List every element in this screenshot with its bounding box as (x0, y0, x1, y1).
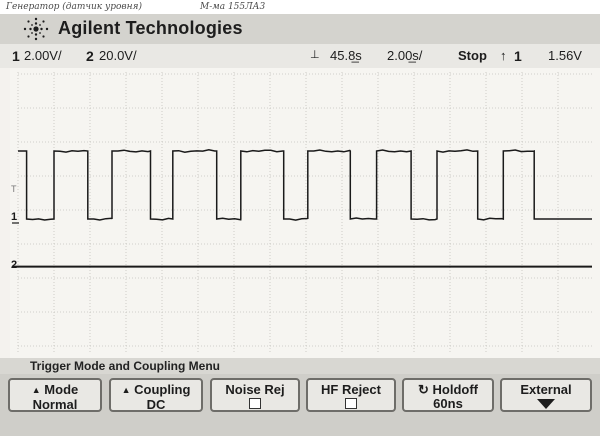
softkey-coupling[interactable]: ▲ Coupling DC (109, 378, 203, 412)
handwritten-note-right: М-ма 155ЛА3 (200, 2, 266, 12)
triangle-up-icon: ▲ (31, 385, 41, 395)
softkey-hf-reject-label: HF Reject (321, 382, 381, 397)
softkey-noise-reject[interactable]: Noise Rej (210, 378, 300, 412)
run-state: Stop (458, 48, 487, 63)
timebase-scale[interactable]: 2.00̲s/ (387, 48, 422, 63)
softkey-holdoff-value: 60ns (433, 396, 463, 411)
handwritten-note: Генератор (датчик уровня) М-ма 155ЛА3 (0, 0, 600, 14)
softkey-mode-value: Normal (32, 397, 78, 412)
agilent-spark-icon (23, 17, 49, 41)
trigger-level[interactable]: 1.56V (548, 48, 582, 63)
softkey-external[interactable]: External (500, 378, 592, 412)
ch2-marker-label: 2 (11, 259, 17, 271)
softkey-mode[interactable]: ▲ Mode Normal (8, 378, 102, 412)
ch1-trace (18, 149, 592, 221)
trigger-edge-icon: ↑ (500, 48, 507, 63)
ch1-marker: 1 (11, 211, 19, 224)
softkey-hf-reject[interactable]: HF Reject (306, 378, 396, 412)
trigger-level-marker: T (11, 184, 17, 194)
horizontal-delay[interactable]: 45.8̲s (330, 48, 362, 63)
handwritten-note-left: Генератор (датчик уровня) (6, 2, 143, 12)
softkey-holdoff-label: Holdoff (432, 382, 478, 397)
brand-name: Agilent Technologies (58, 18, 243, 38)
waveform-display[interactable]: 1 T 2 (10, 68, 600, 360)
rotary-knob-icon: ↻ (417, 382, 429, 397)
softkey-coupling-label: Coupling (134, 382, 191, 397)
softkey-mode-label: Mode (44, 382, 79, 397)
ch1-number: 1 (12, 48, 20, 64)
checkbox-icon[interactable] (249, 398, 261, 409)
checkbox-icon[interactable] (345, 398, 357, 409)
brand-bar: Agilent Technologies (0, 14, 600, 44)
ch2-scale[interactable]: 20.0V/ (99, 48, 137, 63)
ch2-number: 2 (86, 48, 94, 64)
softkey-bar: ▲ Mode Normal ▲ Coupling DC Noise Rej HF… (0, 374, 600, 436)
trigger-source: 1 (514, 48, 522, 64)
softkey-holdoff[interactable]: ↻ Holdoff 60ns (402, 378, 494, 412)
delay-marker-icon: ⊥ (310, 49, 320, 61)
arrow-down-icon (537, 399, 555, 409)
softkey-noise-reject-label: Noise Rej (225, 382, 285, 397)
menu-title: Trigger Mode and Coupling Menu (0, 358, 600, 374)
graticule (17, 72, 592, 354)
ch1-scale[interactable]: 2.00V/ (24, 48, 62, 63)
ch1-marker-label: 1 (11, 211, 17, 223)
softkey-external-label: External (520, 382, 572, 397)
waveform-svg: 1 T 2 (11, 72, 592, 354)
status-bar: 1 2.00V/ 2 20.0V/ ⊥ 45.8̲s 2.00̲s/ Stop … (0, 44, 600, 68)
softkey-coupling-value: DC (146, 397, 166, 412)
trigger-marker-label: T (11, 184, 17, 194)
triangle-up-icon: ▲ (121, 385, 131, 395)
ch2-marker: 2 (11, 259, 17, 271)
